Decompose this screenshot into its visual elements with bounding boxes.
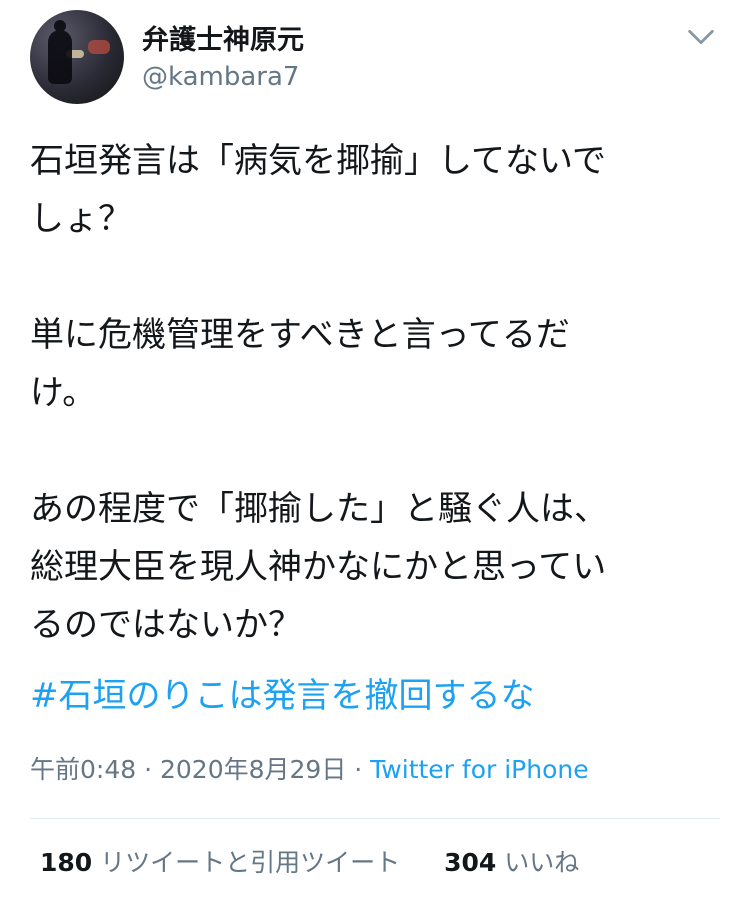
like-count: 304 — [444, 848, 497, 877]
tweet-line: 石垣発言は「病気を揶揄」してないで — [30, 141, 606, 181]
meta-separator: · — [136, 755, 160, 784]
author-handle[interactable]: @kambara7 — [142, 60, 304, 94]
tweet-line: しょ？ — [30, 199, 132, 239]
retweet-label: リツイートと引用ツイート — [100, 848, 401, 877]
tweet-line: 総理大臣を現人神かなにかと思ってい — [30, 547, 607, 587]
tweet-time[interactable]: 午前0:48 — [30, 755, 136, 784]
tweet-meta: 午前0:48 · 2020年8月29日 · Twitter for iPhone — [30, 752, 589, 788]
hashtag-link[interactable]: #石垣のりこは発言を撤回するな — [30, 670, 535, 722]
tweet-text: 石垣発言は「病気を揶揄」してないで しょ？ 単に危機管理をすべきと言ってるだ け… — [30, 132, 720, 654]
avatar[interactable] — [30, 10, 124, 104]
tweet-line: るのではないか？ — [30, 605, 302, 645]
tweet-detail: 弁護士神原元 @kambara7 石垣発言は「病気を揶揄」してないで しょ？ 単… — [0, 0, 750, 900]
tweet-line: あの程度で「揶揄した」と騒ぐ人は、 — [30, 489, 608, 529]
like-label: いいね — [504, 848, 580, 877]
tweet-date[interactable]: 2020年8月29日 — [160, 755, 346, 784]
chevron-down-icon[interactable] — [684, 20, 718, 54]
meta-separator: · — [346, 755, 371, 784]
author-display-name[interactable]: 弁護士神原元 — [142, 24, 304, 58]
retweet-count: 180 — [40, 848, 93, 877]
avatar-detail — [88, 40, 110, 54]
author-info[interactable]: 弁護士神原元 @kambara7 — [142, 24, 304, 94]
tweet-line: け。 — [30, 373, 97, 413]
engagement-stats: 180 リツイートと引用ツイート 304 いいね — [40, 845, 579, 881]
avatar-detail — [48, 20, 72, 84]
likes-stat[interactable]: 304 いいね — [444, 848, 579, 877]
tweet-line: 単に危機管理をすべきと言ってるだ — [30, 315, 570, 355]
tweet-header: 弁護士神原元 @kambara7 — [30, 10, 720, 105]
retweets-stat[interactable]: 180 リツイートと引用ツイート — [40, 848, 408, 877]
divider — [30, 818, 720, 819]
tweet-source-link[interactable]: Twitter for iPhone — [370, 755, 588, 784]
